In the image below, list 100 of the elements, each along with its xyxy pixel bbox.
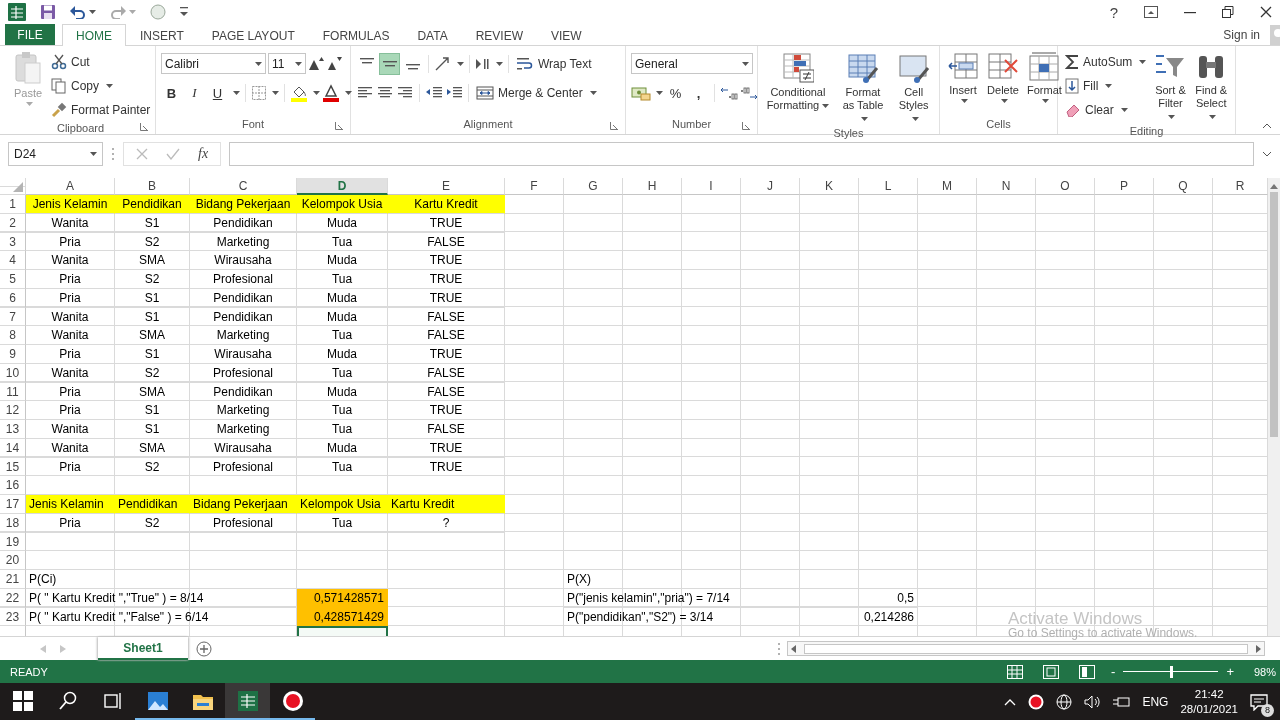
language-indicator[interactable]: ENG	[1142, 694, 1169, 709]
column-header[interactable]: N	[977, 178, 1036, 195]
zoom-level[interactable]: 98%	[1253, 665, 1276, 678]
ribbon-tab[interactable]: VIEW	[537, 24, 596, 46]
column-header[interactable]: L	[859, 178, 918, 195]
row-header[interactable]: 7	[0, 307, 26, 327]
file-tab[interactable]: FILE	[5, 24, 55, 45]
spreadsheet-icon[interactable]	[236, 689, 259, 712]
row-header[interactable]: 22	[0, 588, 26, 608]
underline-button[interactable]: U	[207, 82, 228, 104]
clear-button[interactable]: Clear	[1063, 99, 1149, 121]
wrap-text-button[interactable]: Wrap Text	[514, 53, 594, 75]
dialog-launcher-icon[interactable]	[742, 122, 750, 130]
decrease-decimal-icon[interactable]	[740, 85, 758, 101]
row-header[interactable]: 8	[0, 326, 26, 345]
styles-button[interactable]: Conditional Formatting	[763, 51, 833, 126]
notification-icon[interactable]	[1250, 692, 1268, 711]
text-direction-icon[interactable]	[475, 58, 491, 70]
windows-start-icon[interactable]	[11, 689, 34, 712]
column-header[interactable]: J	[741, 178, 800, 195]
ribbon-tab[interactable]: REVIEW	[461, 24, 537, 46]
row-header[interactable]: 4	[0, 251, 26, 270]
row-header[interactable]: 13	[0, 420, 26, 439]
page-layout-icon[interactable]	[1043, 664, 1060, 679]
slider-thumb[interactable]	[1169, 665, 1173, 678]
collapse-ribbon-icon[interactable]	[1262, 123, 1272, 129]
record-icon[interactable]	[281, 689, 304, 712]
chevron-up-icon[interactable]	[1004, 697, 1017, 706]
clock[interactable]: 21:42 28/01/2021	[1180, 686, 1238, 717]
drag-handle-icon[interactable]	[111, 146, 115, 161]
copy-button[interactable]: Copy	[49, 75, 153, 97]
cut-button[interactable]: Cut	[49, 51, 153, 73]
name-box[interactable]: D24	[8, 141, 103, 166]
column-header[interactable]: R	[1213, 178, 1268, 195]
shrink-font-icon[interactable]	[326, 55, 342, 72]
close-icon[interactable]	[1260, 6, 1272, 18]
find-select-button[interactable]: Find & Select	[1192, 51, 1230, 124]
customize-icon[interactable]	[180, 7, 188, 17]
row-header[interactable]: 11	[0, 382, 26, 402]
ribbon-tab[interactable]: DATA	[403, 24, 462, 46]
row-header[interactable]: 14	[0, 438, 26, 458]
column-header[interactable]: A	[26, 178, 115, 195]
row-header[interactable]: 20	[0, 551, 26, 570]
cells-button[interactable]: Format	[1025, 51, 1064, 117]
increase-decimal-icon[interactable]	[720, 85, 738, 101]
scroll-left-icon[interactable]	[791, 644, 796, 653]
row-header[interactable]: 5	[0, 270, 26, 289]
cells-button[interactable]: Insert	[945, 51, 981, 117]
expand-icon[interactable]	[1262, 150, 1272, 157]
styles-button[interactable]: Cell Styles	[893, 51, 934, 126]
ribbon-tab[interactable]: HOME	[62, 24, 126, 46]
merge-center-button[interactable]: Merge & Center	[474, 82, 599, 104]
number-format-field[interactable]: General	[631, 53, 753, 74]
ribbon-display-icon[interactable]	[1144, 6, 1158, 18]
column-header[interactable]: F	[505, 178, 564, 195]
sort-filter-button[interactable]: Sort & Filter	[1152, 51, 1189, 124]
column-header[interactable]: M	[918, 178, 977, 195]
save-icon[interactable]	[40, 4, 56, 20]
vertical-align-button[interactable]	[379, 53, 400, 75]
fill-button[interactable]: Fill	[1063, 75, 1149, 97]
help-button[interactable]: ?	[1109, 3, 1118, 21]
zoom-out-button[interactable]: -	[1109, 664, 1118, 679]
ribbon-tab[interactable]: PAGE LAYOUT	[197, 24, 309, 46]
formula-input-field[interactable]	[229, 141, 1254, 166]
font-size-field[interactable]: 11	[268, 53, 306, 74]
grow-font-icon[interactable]	[308, 55, 324, 72]
accounting-icon[interactable]	[631, 85, 651, 101]
row-header[interactable]: 2	[0, 213, 26, 233]
row-header[interactable]: 3	[0, 232, 26, 252]
zoom-in-button[interactable]: +	[1224, 664, 1236, 679]
row-header[interactable]: 9	[0, 345, 26, 364]
row-header[interactable]: 18	[0, 513, 26, 533]
row-header[interactable]: 12	[0, 401, 26, 420]
column-header[interactable]: H	[623, 178, 682, 195]
column-header[interactable]: P	[1095, 178, 1154, 195]
dialog-launcher-icon[interactable]	[335, 122, 343, 130]
borders-icon[interactable]	[251, 85, 267, 101]
drag-handle-icon[interactable]	[777, 641, 781, 656]
power-plug-icon[interactable]	[1112, 694, 1131, 709]
vertical-scrollbar[interactable]	[1268, 178, 1280, 636]
autosum-button[interactable]: AutoSum	[1063, 51, 1149, 73]
format-painter-button[interactable]: Format Painter	[49, 99, 153, 121]
orientation-icon[interactable]	[434, 56, 452, 72]
column-header[interactable]: O	[1036, 178, 1095, 195]
italic-button[interactable]: I	[184, 82, 205, 104]
check-icon[interactable]	[166, 147, 180, 160]
font-name-field[interactable]: Calibri	[161, 53, 266, 74]
sign-in-link[interactable]: Sign in	[1223, 27, 1260, 42]
row-header[interactable]: 23	[0, 607, 26, 627]
ribbon-tab[interactable]: INSERT	[126, 24, 198, 46]
column-header[interactable]: I	[682, 178, 741, 195]
horizontal-scrollbar[interactable]	[787, 641, 1265, 656]
row-header[interactable]: 19	[0, 532, 26, 552]
percent-button[interactable]: %	[665, 82, 686, 104]
photos-icon[interactable]	[146, 689, 169, 712]
column-header[interactable]: Q	[1154, 178, 1213, 195]
restore-icon[interactable]	[1222, 6, 1234, 18]
row-header[interactable]: 10	[0, 363, 26, 383]
row-header[interactable]: 21	[0, 570, 26, 589]
insert-function-button[interactable]: fx	[198, 145, 209, 162]
